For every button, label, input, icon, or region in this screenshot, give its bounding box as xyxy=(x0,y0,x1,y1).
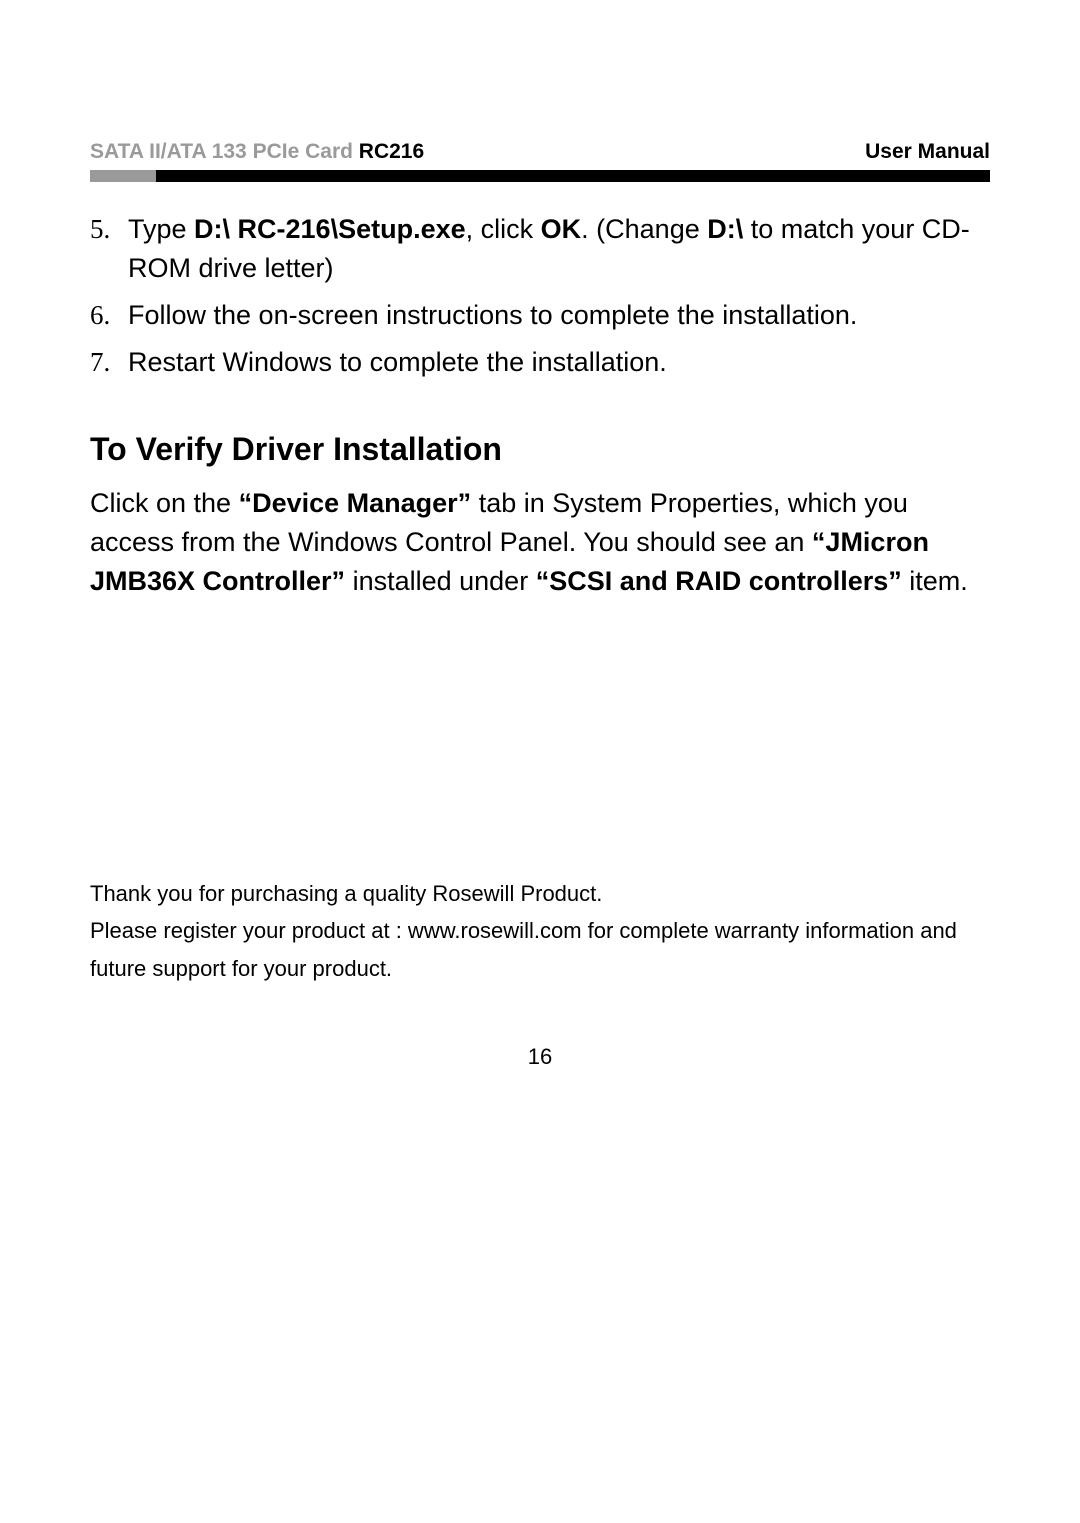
step-number: 6. xyxy=(90,296,128,335)
step-5: 5.Type D:\ RC-216\Setup.exe, click OK. (… xyxy=(90,210,990,288)
text-segment: installed under xyxy=(345,566,536,596)
footer-block: Thank you for purchasing a quality Rosew… xyxy=(90,875,990,987)
text-segment: Restart Windows to complete the installa… xyxy=(128,347,667,377)
header-rule-black xyxy=(156,170,990,182)
step-7: 7.Restart Windows to complete the instal… xyxy=(90,343,990,382)
header-product: SATA II/ATA 133 PCIe Card RC216 xyxy=(90,140,424,164)
text-segment: OK xyxy=(541,214,582,244)
verify-paragraph: Click on the “Device Manager” tab in Sys… xyxy=(90,484,990,601)
section-heading-verify: To Verify Driver Installation xyxy=(90,431,990,468)
header-doc-type: User Manual xyxy=(865,140,990,164)
step-6: 6.Follow the on-screen instructions to c… xyxy=(90,296,990,335)
step-body: Restart Windows to complete the installa… xyxy=(128,343,990,382)
step-body: Follow the on-screen instructions to com… xyxy=(128,296,990,335)
step-number: 7. xyxy=(90,343,128,382)
text-segment: D:\ RC-216\Setup.exe xyxy=(194,214,466,244)
steps-list: 5.Type D:\ RC-216\Setup.exe, click OK. (… xyxy=(90,210,990,383)
text-segment: “SCSI and RAID controllers” xyxy=(536,566,902,596)
text-segment: Follow the on-screen instructions to com… xyxy=(128,300,857,330)
text-segment: D:\ xyxy=(707,214,743,244)
step-body: Type D:\ RC-216\Setup.exe, click OK. (Ch… xyxy=(128,210,990,288)
text-segment: item. xyxy=(902,566,968,596)
text-segment: “Device Manager” xyxy=(239,488,472,518)
product-model: RC216 xyxy=(359,140,424,163)
footer-line-1: Thank you for purchasing a quality Rosew… xyxy=(90,875,990,912)
text-segment: Type xyxy=(128,214,194,244)
text-segment: . (Change xyxy=(581,214,707,244)
header-rule xyxy=(90,170,990,182)
text-segment: , click xyxy=(466,214,541,244)
page-header: SATA II/ATA 133 PCIe Card RC216 User Man… xyxy=(90,140,990,164)
text-segment: Click on the xyxy=(90,488,239,518)
product-line: SATA II/ATA 133 PCIe Card xyxy=(90,140,359,163)
step-number: 5. xyxy=(90,210,128,288)
header-rule-gray xyxy=(90,170,156,182)
page-number: 16 xyxy=(0,1044,1080,1070)
footer-line-2: Please register your product at : www.ro… xyxy=(90,912,990,987)
